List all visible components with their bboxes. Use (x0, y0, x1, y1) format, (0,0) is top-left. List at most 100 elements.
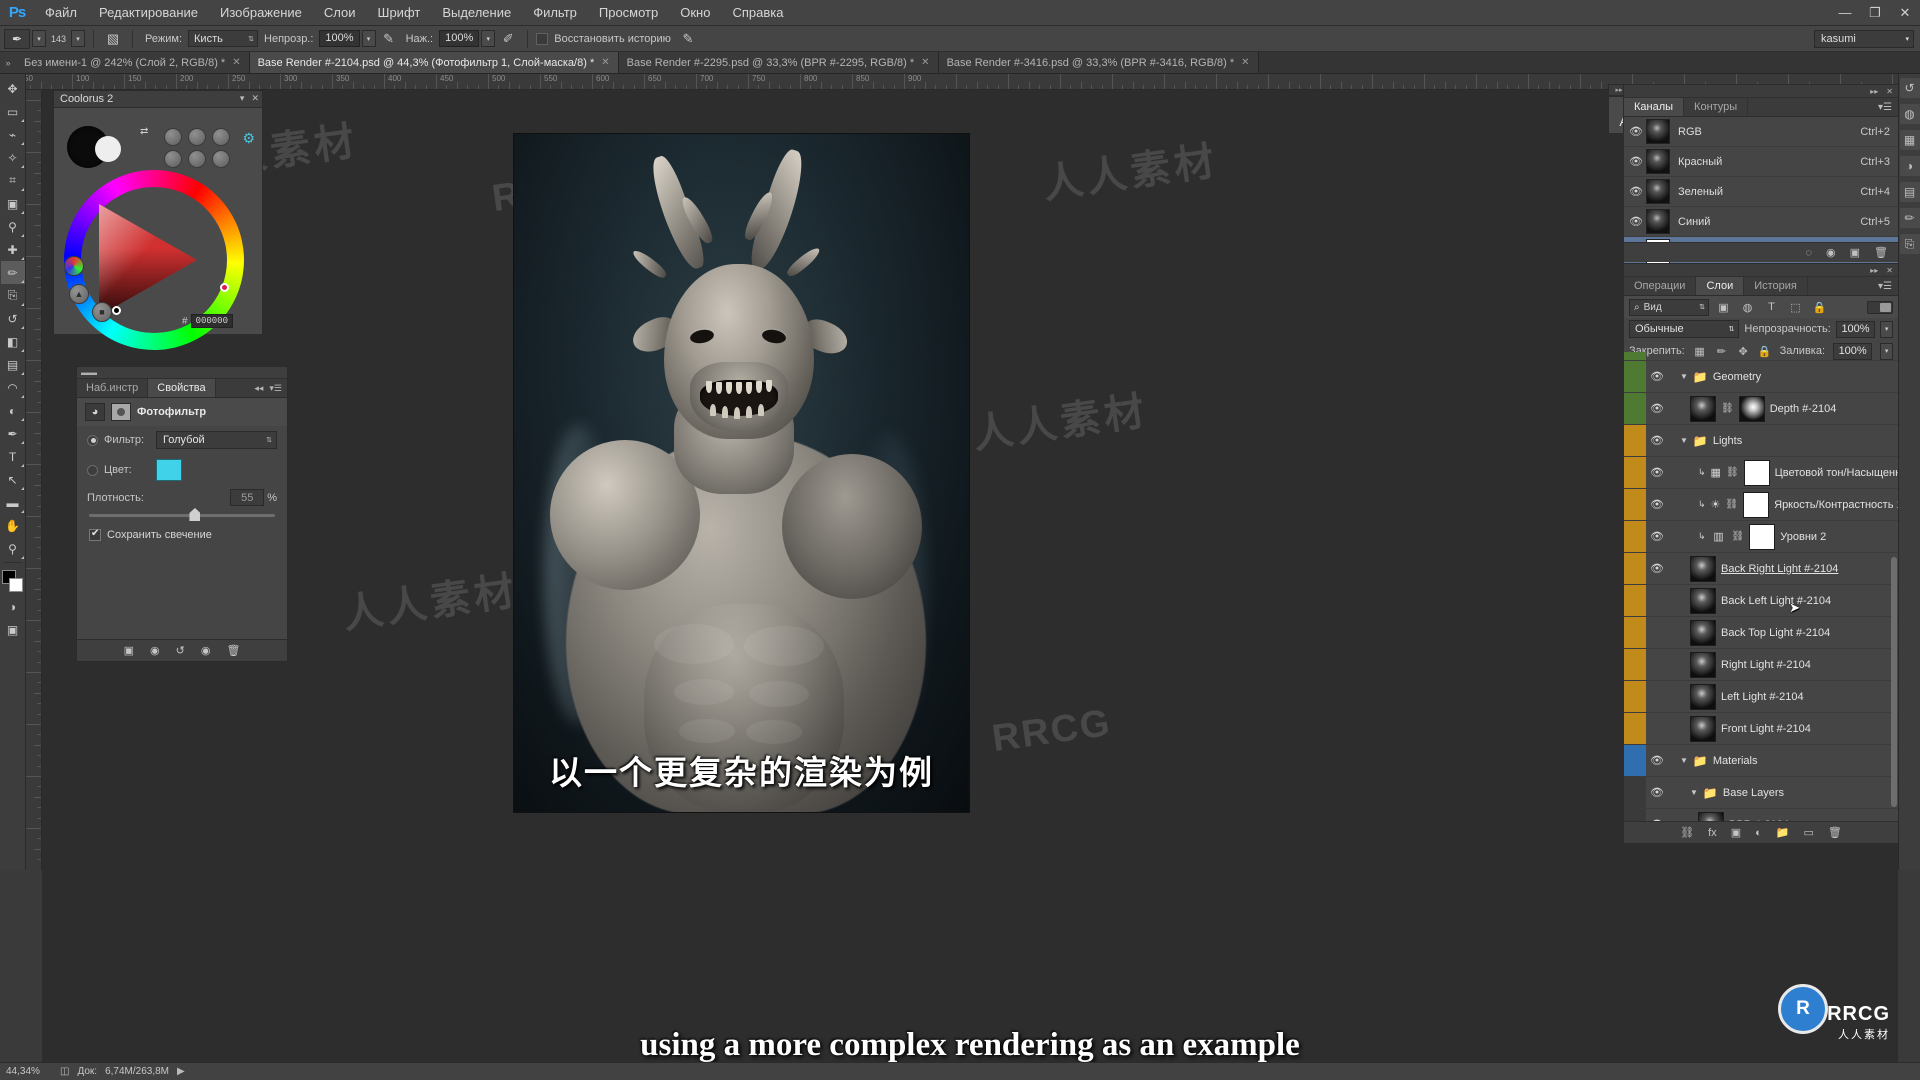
eye-icon[interactable]: 👁 (1626, 125, 1646, 138)
layer-color-tag[interactable] (1624, 777, 1646, 808)
menu-item-view[interactable]: Просмотр (588, 2, 669, 23)
layer-thumbnail[interactable] (1690, 587, 1716, 614)
layer-content[interactable]: ▼ 📁 Geometry (1668, 370, 1898, 384)
workspace-select[interactable]: kasumi ▾ (1814, 29, 1914, 48)
layer-content[interactable]: Left Light #-2104 (1668, 683, 1898, 710)
eye-icon[interactable]: 👁 (1646, 393, 1668, 424)
menu-item-select[interactable]: Выделение (431, 2, 522, 23)
zoom-level-value[interactable]: 44,34% (6, 1066, 52, 1077)
layer-content[interactable]: Front Light #-2104 (1668, 715, 1898, 742)
toggle-visibility-icon[interactable]: ◉ (201, 644, 211, 657)
clone-source-icon[interactable]: ⎘ (1899, 234, 1920, 254)
filter-pixel-layers-icon[interactable]: ▣ (1714, 298, 1733, 316)
layer-color-tag[interactable] (1624, 617, 1646, 648)
rectangle-tool[interactable]: ▬ (1, 491, 25, 514)
coolorus-square-button[interactable]: ■ (92, 302, 112, 322)
layer-color-tag[interactable] (1624, 457, 1646, 488)
close-icon[interactable]: ✕ (1886, 87, 1893, 96)
density-slider[interactable] (89, 508, 275, 521)
background-color-swatch[interactable] (8, 578, 23, 592)
layer-color-tag[interactable] (1624, 585, 1646, 616)
tab-layers[interactable]: Слои (1696, 277, 1745, 295)
collapse-icon[interactable]: ▸▸ (1870, 87, 1878, 96)
filter-type-layers-icon[interactable]: T (1762, 298, 1781, 316)
eyedropper-tool[interactable]: ⚲ (1, 215, 25, 238)
new-layer-icon[interactable]: ▭ (1803, 826, 1813, 839)
layer-content[interactable]: Back Top Light #-2104 (1668, 619, 1898, 646)
collapse-icon[interactable]: ▾ (240, 93, 245, 104)
tab-channels[interactable]: Каналы (1624, 98, 1685, 116)
eraser-tool[interactable]: ◧ (1, 330, 25, 353)
properties-drag-handle[interactable]: ▬▬ (77, 367, 287, 379)
eye-icon[interactable]: 👁 (1626, 155, 1646, 168)
pen-tool[interactable]: ✒ (1, 422, 25, 445)
layer-content[interactable]: ▼ 📁 Base Layers (1668, 786, 1898, 800)
document-tab-3[interactable]: Base Render #-3416.psd @ 33,3% (BPR #-34… (938, 52, 1259, 73)
menu-item-help[interactable]: Справка (721, 2, 794, 23)
hue-selector-dot[interactable] (220, 283, 229, 292)
opacity-input[interactable]: 100% (319, 30, 360, 47)
coolorus-mode-button-2[interactable] (188, 128, 206, 146)
tab-actions[interactable]: Операции (1624, 277, 1697, 295)
color-icon[interactable]: ◍ (1899, 104, 1920, 124)
document-tab-1[interactable]: Base Render #-2104.psd @ 44,3% (Фотофиль… (249, 52, 619, 73)
layer-color-tag[interactable] (1624, 745, 1646, 776)
levels-icon[interactable]: ▥ (1711, 530, 1727, 543)
document-tab-0[interactable]: Без имени-1 @ 242% (Слой 2, RGB/8) * ✕ (16, 52, 250, 73)
layer-row-lights[interactable]: 👁 ▼ 📁 Lights (1624, 425, 1898, 457)
brush-panel-icon[interactable]: ▧ (102, 29, 124, 49)
layer-color-tag[interactable] (1624, 649, 1646, 680)
close-icon[interactable]: ✕ (921, 57, 929, 68)
layer-color-tag[interactable] (1624, 553, 1646, 584)
channels-panel[interactable]: ▸▸ ✕ Каналы Контуры ▾☰ 👁 RGB Ctrl+2 👁 Кр… (1623, 84, 1898, 267)
spot-healing-brush-tool[interactable]: ✚ (1, 238, 25, 261)
layer-color-tag[interactable] (1624, 809, 1646, 821)
brush-preset-dropdown[interactable]: ▾ (32, 30, 46, 47)
layer-mask-thumbnail[interactable] (1749, 523, 1776, 550)
collapse-icon[interactable]: ▸▸ (1870, 266, 1878, 275)
layer-color-tag[interactable] (1624, 521, 1646, 552)
eye-icon[interactable]: 👁 (1646, 521, 1668, 552)
layer-color-tag[interactable] (1624, 681, 1646, 712)
layer-row-right-light[interactable]: 👁 Right Light #-2104 (1624, 649, 1898, 681)
close-icon[interactable]: ✕ (251, 93, 259, 104)
layers-panel[interactable]: ▸▸ ✕ Операции Слои История ▾☰ ⌕ Вид ⇅ ▣ … (1623, 263, 1898, 843)
opacity-value[interactable]: 100% (1835, 320, 1876, 338)
eye-icon[interactable]: 👁 (1646, 713, 1668, 744)
link-icon[interactable]: ⛓ (1726, 467, 1739, 478)
layer-content[interactable]: BPR #-2104 (1668, 811, 1898, 821)
coolorus-triangle-button[interactable]: ▲ (69, 284, 89, 304)
filter-color-swatch[interactable] (156, 459, 182, 481)
layer-filter-kind-select[interactable]: ⌕ Вид ⇅ (1629, 298, 1709, 316)
screen-mode-toggle[interactable]: ▣ (1, 618, 25, 641)
menu-item-window[interactable]: Окно (669, 2, 721, 23)
layer-row-levels-2[interactable]: 👁 ↳ ▥ ⛓ Уровни 2 (1624, 521, 1898, 553)
new-group-icon[interactable]: 📁 (1776, 826, 1790, 839)
layer-row-materials[interactable]: 👁 ▼ 📁 Materials (1624, 745, 1898, 777)
document-artboard[interactable]: 以一个更复杂的渲染为例 (514, 134, 969, 812)
layer-row-partial[interactable] (1624, 352, 1898, 361)
eye-icon[interactable]: 👁 (1646, 777, 1668, 808)
eye-icon[interactable]: 👁 (1626, 215, 1646, 228)
filter-shape-layers-icon[interactable]: ⬚ (1786, 298, 1805, 316)
layer-color-tag[interactable] (1624, 713, 1646, 744)
delete-layer-icon[interactable]: 🗑 (1828, 826, 1842, 839)
color-harmony-button[interactable] (64, 256, 84, 276)
eye-icon[interactable] (1646, 352, 1668, 360)
brush-size-dropdown[interactable]: ▾ (71, 30, 86, 47)
layer-color-tag[interactable] (1624, 425, 1646, 456)
save-selection-icon[interactable]: ◉ (1826, 246, 1836, 259)
load-selection-icon[interactable]: ◌ (1805, 247, 1812, 259)
menu-item-layers[interactable]: Слои (313, 2, 367, 23)
tab-history[interactable]: История (1744, 277, 1808, 295)
layer-row-left-light[interactable]: 👁 Left Light #-2104 (1624, 681, 1898, 713)
layer-content[interactable]: ↳ ☀ ⛓ Яркость/Контрастность 1 (1668, 491, 1898, 518)
layer-row-hue-saturation-2[interactable]: 👁 ↳ ▦ ⛓ Цветовой тон/Насыщенность 2 (1624, 457, 1898, 489)
flow-dropdown[interactable]: ▾ (481, 30, 496, 47)
layer-content[interactable]: Back Left Light #-2104 (1668, 587, 1898, 614)
layer-thumbnail[interactable] (1690, 555, 1716, 582)
layer-thumbnail[interactable] (1698, 811, 1724, 821)
close-icon[interactable]: ✕ (232, 57, 240, 68)
layer-mask-thumbnail[interactable] (1738, 395, 1765, 422)
layer-color-tag[interactable] (1624, 352, 1646, 360)
